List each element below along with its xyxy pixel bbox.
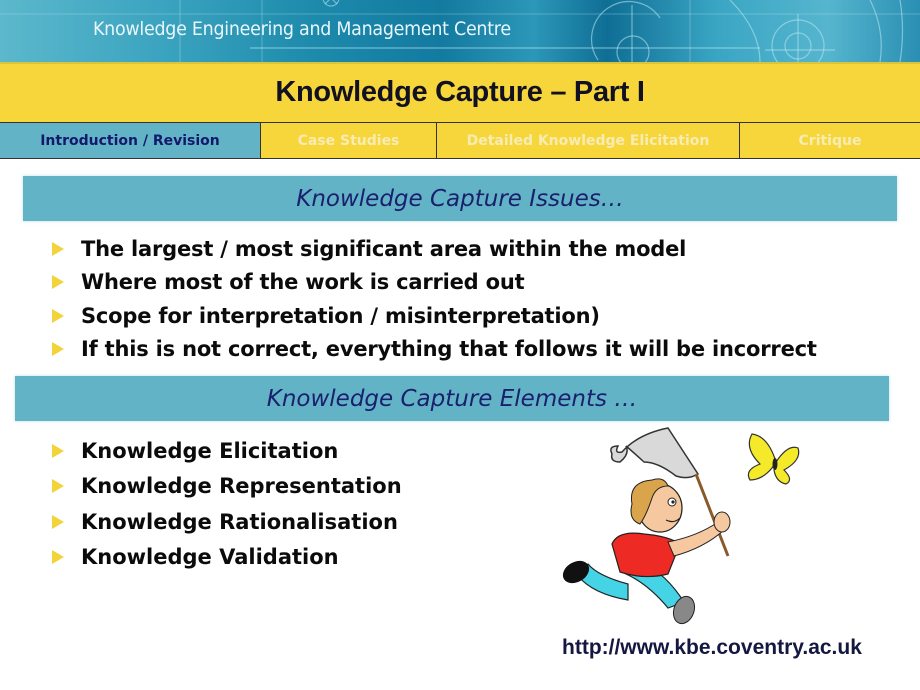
- organisation-name: Knowledge Engineering and Management Cen…: [93, 18, 511, 40]
- title-bar: Knowledge Capture – Part I: [0, 62, 920, 122]
- tab-critique[interactable]: Critique: [740, 123, 920, 158]
- list-item-text: Scope for interpretation / misinterpreta…: [81, 303, 600, 328]
- elements-heading: Knowledge Capture Elements …: [15, 376, 889, 421]
- list-item-text: The largest / most significant area with…: [81, 236, 687, 261]
- tab-introduction-revision[interactable]: Introduction / Revision: [0, 123, 261, 158]
- bullet-arrow-icon: [52, 342, 64, 357]
- bullet-arrow-icon: [52, 275, 64, 290]
- tab-detailed-knowledge-elicitation[interactable]: Detailed Knowledge Elicitation: [437, 123, 740, 158]
- list-item: Scope for interpretation / misinterpreta…: [52, 299, 817, 333]
- list-item-text: If this is not correct, everything that …: [81, 337, 817, 362]
- list-item-text: Knowledge Representation: [81, 474, 402, 499]
- bullet-arrow-icon: [52, 550, 64, 565]
- bullet-arrow-icon: [52, 241, 64, 256]
- issues-list: The largest / most significant area with…: [52, 232, 817, 366]
- list-item: Knowledge Rationalisation: [52, 504, 402, 540]
- issues-heading: Knowledge Capture Issues…: [23, 176, 897, 221]
- list-item: Knowledge Representation: [52, 469, 402, 505]
- website-link[interactable]: http://www.kbe.coventry.ac.uk: [562, 636, 862, 660]
- slide-title: Knowledge Capture – Part I: [275, 76, 645, 108]
- tab-case-studies[interactable]: Case Studies: [261, 123, 437, 158]
- list-item-text: Knowledge Validation: [81, 545, 339, 570]
- bullet-arrow-icon: [52, 514, 64, 529]
- list-item-text: Where most of the work is carried out: [81, 270, 525, 295]
- bullet-arrow-icon: [52, 443, 64, 458]
- section-tabs: Introduction / Revision Case Studies Det…: [0, 122, 920, 159]
- list-item-text: Knowledge Elicitation: [81, 438, 339, 463]
- list-item: If this is not correct, everything that …: [52, 333, 817, 367]
- bullet-arrow-icon: [52, 308, 64, 323]
- list-item: Knowledge Validation: [52, 540, 402, 576]
- list-item: Where most of the work is carried out: [52, 266, 817, 300]
- bullet-arrow-icon: [52, 479, 64, 494]
- list-item-text: Knowledge Rationalisation: [81, 509, 398, 534]
- elements-list: Knowledge Elicitation Knowledge Represen…: [52, 433, 402, 575]
- list-item: The largest / most significant area with…: [52, 232, 817, 266]
- header-banner: Knowledge Engineering and Management Cen…: [0, 0, 920, 62]
- butterfly-icon: [747, 433, 800, 485]
- list-item: Knowledge Elicitation: [52, 433, 402, 469]
- boy-chasing-butterfly-illustration: [562, 427, 800, 625]
- boy-icon: [562, 478, 731, 625]
